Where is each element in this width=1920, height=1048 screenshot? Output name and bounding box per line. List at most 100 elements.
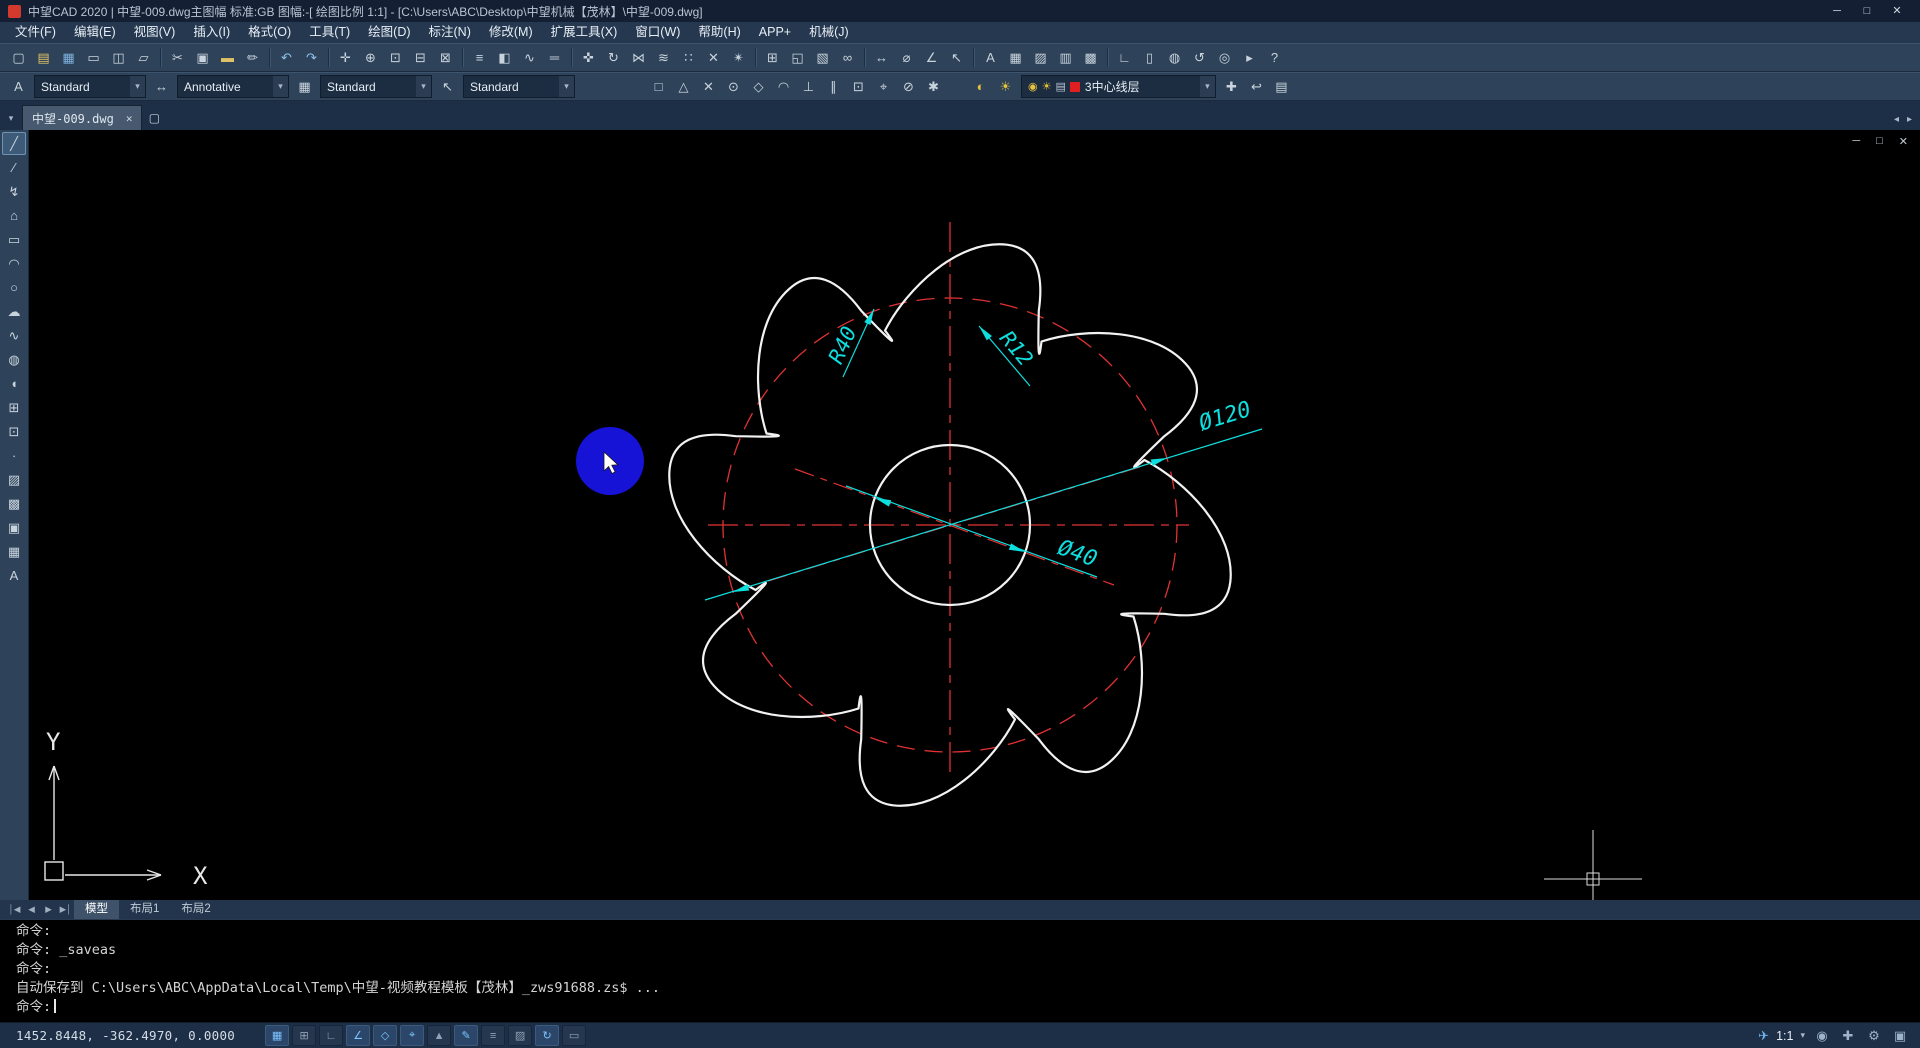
layer-combo[interactable]: ◉☀▤3中心线层▾ xyxy=(1021,75,1216,98)
maximize-button[interactable]: □ xyxy=(1852,2,1882,20)
spline-icon[interactable]: ∿ xyxy=(2,324,26,347)
named-views-icon[interactable]: ▯ xyxy=(1137,46,1162,69)
chevron-down-icon[interactable]: ▾ xyxy=(1200,76,1215,97)
plot-icon[interactable]: ▭ xyxy=(81,46,106,69)
rotate-icon[interactable]: ↻ xyxy=(601,46,626,69)
tab-scroll-left-icon[interactable]: ◂ xyxy=(1894,114,1899,125)
region-icon[interactable]: ▣ xyxy=(2,516,26,539)
osnap-nearest-icon[interactable]: ⌖ xyxy=(871,75,896,98)
layout-nav-first-icon[interactable]: │◀ xyxy=(6,904,23,915)
doc-minimize-button[interactable]: ─ xyxy=(1852,135,1860,148)
hatch-icon[interactable]: ▨ xyxy=(1028,46,1053,69)
arc-icon[interactable]: ◠ xyxy=(2,252,26,275)
workspace-gear-icon[interactable]: ⚙ xyxy=(1864,1026,1884,1045)
layout-tab-model[interactable]: 模型 xyxy=(74,900,119,919)
drawing-canvas[interactable]: Ø120Ø40R40R12YX ─□✕ xyxy=(29,130,1920,900)
attach-image-icon[interactable]: ▧ xyxy=(810,46,835,69)
osnap-quadrant-icon[interactable]: ◇ xyxy=(746,75,771,98)
status-toggle-transparency[interactable]: ▨ xyxy=(508,1025,532,1046)
layers-icon[interactable]: ≡ xyxy=(467,46,492,69)
make-current-layer-icon[interactable]: ✚ xyxy=(1219,75,1244,98)
paste-icon[interactable]: ▬ xyxy=(215,46,240,69)
annotation-visibility-icon[interactable]: ◉ xyxy=(1812,1026,1832,1045)
array-icon[interactable]: ∷ xyxy=(676,46,701,69)
insert-block-icon[interactable]: ⊞ xyxy=(2,396,26,419)
chevron-down-icon[interactable]: ▾ xyxy=(1800,1030,1805,1041)
gradient-icon[interactable]: ▩ xyxy=(2,492,26,515)
tab-list-dropdown-icon[interactable]: ▾ xyxy=(0,106,22,130)
chevron-down-icon[interactable]: ▾ xyxy=(130,76,145,97)
clean-screen-icon[interactable]: ▣ xyxy=(1890,1026,1910,1045)
menu-modify[interactable]: 修改(M) xyxy=(480,22,542,43)
undo-icon[interactable]: ↶ xyxy=(274,46,299,69)
layout-nav-last-icon[interactable]: ▶│ xyxy=(57,904,74,915)
command-line-window[interactable]: 命令:命令: _saveas命令:自动保存到 C:\Users\ABC\AppD… xyxy=(0,919,1920,1022)
status-toggle-polar[interactable]: ∠ xyxy=(346,1025,370,1046)
status-toggle-ortho[interactable]: ∟ xyxy=(319,1025,343,1046)
layer-states-icon[interactable]: ◧ xyxy=(492,46,517,69)
quick-leader-icon[interactable]: ↖ xyxy=(944,46,969,69)
layout-tab-layout1[interactable]: 布局1 xyxy=(119,900,170,919)
menu-tools[interactable]: 工具(T) xyxy=(300,22,359,43)
osnap-midpoint-icon[interactable]: △ xyxy=(671,75,696,98)
menu-mechanical[interactable]: 机械(J) xyxy=(800,22,858,43)
table-icon[interactable]: ▦ xyxy=(1003,46,1028,69)
show-motion-icon[interactable]: ▸ xyxy=(1237,46,1262,69)
chevron-down-icon[interactable]: ▾ xyxy=(559,76,574,97)
design-center-icon[interactable]: ▩ xyxy=(1078,46,1103,69)
zoom-previous-icon[interactable]: ⊟ xyxy=(408,46,433,69)
dim-line-d120[interactable] xyxy=(705,429,1262,600)
osnap-intersection-icon[interactable]: ✕ xyxy=(696,75,721,98)
status-toggle-lineweight[interactable]: ≡ xyxy=(481,1025,505,1046)
ellipse-icon[interactable]: ◍ xyxy=(2,348,26,371)
lineweight-settings-icon[interactable]: ═ xyxy=(542,46,567,69)
document-tab[interactable]: 中望-009.dwg ✕ xyxy=(22,105,142,130)
erase-icon[interactable]: ✕ xyxy=(701,46,726,69)
offset-icon[interactable]: ≋ xyxy=(651,46,676,69)
ellipse-arc-icon[interactable]: ◖ xyxy=(2,372,26,395)
copy-icon[interactable]: ▣ xyxy=(190,46,215,69)
menu-express-tools[interactable]: 扩展工具(X) xyxy=(542,22,627,43)
linetype-icon[interactable]: ∿ xyxy=(517,46,542,69)
status-toggle-otrack[interactable]: ⌖ xyxy=(400,1025,424,1046)
menu-insert[interactable]: 插入(I) xyxy=(184,22,239,43)
menu-draw[interactable]: 绘图(D) xyxy=(359,22,419,43)
circle-icon[interactable]: ○ xyxy=(2,276,26,299)
help-icon[interactable]: ? xyxy=(1262,46,1287,69)
dim-text-r12[interactable]: R12 xyxy=(995,326,1038,370)
close-button[interactable]: ✕ xyxy=(1882,2,1912,20)
status-toggle-osnap[interactable]: ◇ xyxy=(373,1025,397,1046)
polygon-icon[interactable]: ⌂ xyxy=(2,204,26,227)
osnap-center-icon[interactable]: ⊙ xyxy=(721,75,746,98)
zoom-extents-icon[interactable]: ⊠ xyxy=(433,46,458,69)
chevron-down-icon[interactable]: ▾ xyxy=(273,76,288,97)
text-style-icon[interactable]: A xyxy=(6,75,31,98)
table-icon[interactable]: ▦ xyxy=(2,540,26,563)
layout-nav-prev-icon[interactable]: ◀ xyxy=(23,904,40,915)
menu-file[interactable]: 文件(F) xyxy=(6,22,65,43)
dim-text-r40[interactable]: R40 xyxy=(824,323,862,368)
menu-window[interactable]: 窗口(W) xyxy=(626,22,689,43)
external-reference-icon[interactable]: ◱ xyxy=(785,46,810,69)
rectangle-icon[interactable]: ▭ xyxy=(2,228,26,251)
status-toggle-grid[interactable]: ▦ xyxy=(265,1025,289,1046)
doc-close-button[interactable]: ✕ xyxy=(1899,135,1908,148)
menu-help[interactable]: 帮助(H) xyxy=(689,22,749,43)
centerline-diagonal-2[interactable] xyxy=(795,469,1114,585)
render-icon[interactable]: ◍ xyxy=(1162,46,1187,69)
pan-icon[interactable]: ✛ xyxy=(333,46,358,69)
revision-cloud-icon[interactable]: ☁ xyxy=(2,300,26,323)
zoom-realtime-icon[interactable]: ⊕ xyxy=(358,46,383,69)
table-style-icon[interactable]: ▦ xyxy=(292,75,317,98)
explode-icon[interactable]: ✴ xyxy=(726,46,751,69)
hyperlink-icon[interactable]: ∞ xyxy=(835,46,860,69)
new-drawing-icon[interactable]: ▢ xyxy=(142,106,166,130)
minimize-button[interactable]: ─ xyxy=(1822,2,1852,20)
hatch-icon[interactable]: ▨ xyxy=(2,468,26,491)
layer-previous-icon[interactable]: ↩ xyxy=(1244,75,1269,98)
status-toggle-selection-cycling[interactable]: ↻ xyxy=(535,1025,559,1046)
steering-wheel-icon[interactable]: ◎ xyxy=(1212,46,1237,69)
chevron-down-icon[interactable]: ▾ xyxy=(416,76,431,97)
mirror-icon[interactable]: ⋈ xyxy=(626,46,651,69)
dim-linear-icon[interactable]: ↔ xyxy=(869,46,894,69)
